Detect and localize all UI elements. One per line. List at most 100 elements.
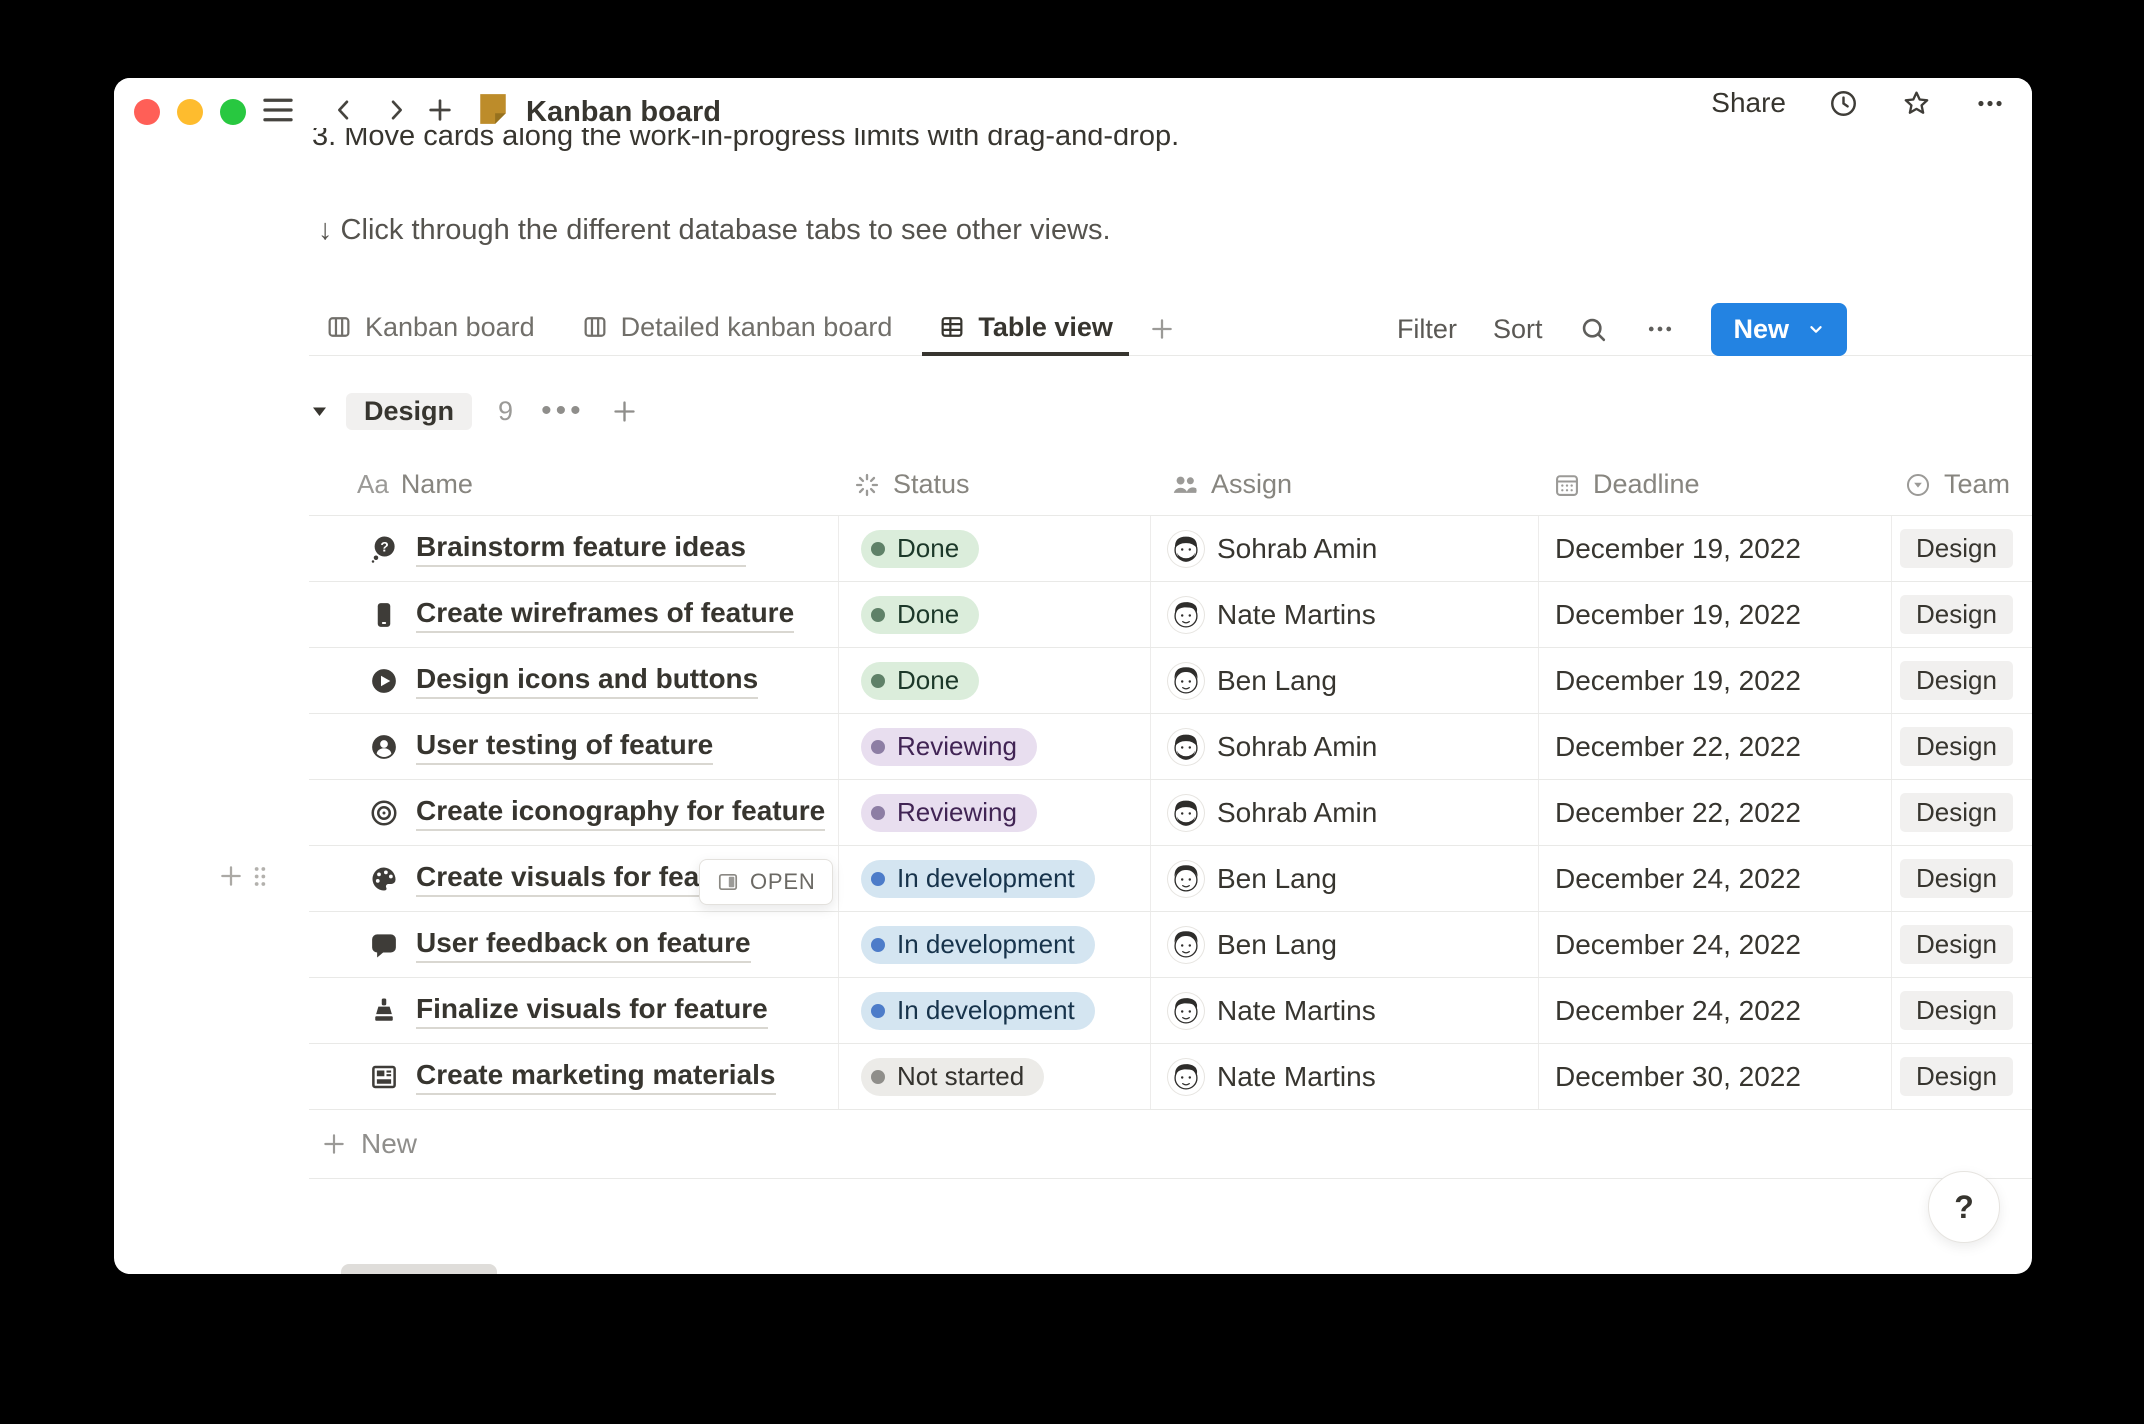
traffic-light-close-button[interactable] (134, 99, 160, 125)
table-row[interactable]: Create marketing materials Not started N… (309, 1044, 2032, 1110)
status-dot-icon (871, 607, 885, 622)
status-badge[interactable]: Not started (861, 1057, 1045, 1096)
open-button[interactable]: OPEN (699, 859, 833, 905)
column-header-name[interactable]: Aa Name (309, 454, 839, 515)
avatar-nate-martins (1167, 991, 1205, 1030)
select-property-icon (1904, 471, 1932, 499)
team-tag[interactable]: Design (1900, 991, 2013, 1030)
assignee-name: Sohrab Amin (1217, 730, 1378, 762)
team-tag[interactable]: Design (1900, 793, 2013, 832)
table-row[interactable]: Create iconography for feature Reviewing… (309, 780, 2032, 846)
traffic-light-zoom-button[interactable] (220, 99, 246, 125)
task-name-link[interactable]: Finalize visuals for feature (416, 993, 768, 1029)
table-row[interactable]: Design icons and buttons Done Ben Lang D… (309, 648, 2032, 714)
back-chevron-icon[interactable] (330, 96, 358, 124)
deadline-value: December 24, 2022 (1555, 928, 1801, 960)
clock-icon[interactable] (1828, 88, 1859, 119)
chevron-down-icon[interactable] (1805, 318, 1827, 340)
task-name-link[interactable]: Brainstorm feature ideas (416, 531, 746, 567)
team-tag[interactable]: Design (1900, 595, 2013, 634)
status-dot-icon (871, 1069, 885, 1084)
newspaper-icon (369, 1062, 399, 1092)
task-name-link[interactable]: Create wireframes of feature (416, 597, 795, 633)
group-options-ellipsis-icon[interactable]: ••• (541, 396, 585, 426)
task-name-link[interactable]: User testing of feature (416, 729, 714, 765)
new-page-plus-icon[interactable] (426, 96, 454, 124)
search-icon[interactable] (1578, 314, 1609, 345)
avatar-ben-lang (1167, 925, 1205, 964)
team-tag[interactable]: Design (1900, 859, 2013, 898)
help-button[interactable]: ? (1928, 1171, 2000, 1243)
status-badge[interactable]: In development (861, 859, 1095, 898)
tab-detailed-kanban-board[interactable]: Detailed kanban board (565, 302, 909, 356)
status-badge[interactable]: Done (861, 661, 980, 700)
hint-paragraph: ↓ Click through the different database t… (318, 214, 1111, 246)
collapse-triangle-icon[interactable] (309, 401, 330, 422)
status-badge[interactable]: In development (861, 991, 1095, 1030)
table-row[interactable]: ? Brainstorm feature ideas Done Sohrab A… (309, 516, 2032, 582)
forward-chevron-icon[interactable] (382, 96, 410, 124)
hamburger-menu-icon[interactable] (262, 96, 294, 124)
drag-handle-icon[interactable] (252, 865, 268, 888)
team-tag[interactable]: Design (1900, 529, 2013, 568)
task-name-link[interactable]: Create iconography for feature (416, 795, 826, 831)
table-row[interactable]: User feedback on feature In development … (309, 912, 2032, 978)
column-header-status[interactable]: Status (839, 454, 1151, 515)
status-label: In development (897, 929, 1075, 959)
status-badge[interactable]: In development (861, 925, 1095, 964)
task-name-link[interactable]: Create marketing materials (416, 1059, 776, 1095)
deadline-value: December 22, 2022 (1555, 796, 1801, 828)
deadline-value: December 22, 2022 (1555, 730, 1801, 762)
avatar-nate-martins (1167, 1057, 1205, 1096)
status-badge[interactable]: Reviewing (861, 793, 1037, 832)
team-tag[interactable]: Design (1900, 925, 2013, 964)
status-label: Done (897, 599, 960, 629)
status-label: In development (897, 863, 1075, 893)
status-badge[interactable]: Done (861, 529, 980, 568)
group-add-plus-icon[interactable] (611, 398, 638, 425)
text-property-icon: Aa (357, 469, 389, 499)
traffic-light-minimize-button[interactable] (177, 99, 203, 125)
avatar-sohrab-amin (1167, 793, 1205, 832)
column-label: Status (893, 469, 970, 499)
sort-button[interactable]: Sort (1493, 314, 1543, 345)
table-view-icon (938, 313, 966, 341)
add-view-plus-icon[interactable] (1149, 316, 1175, 342)
add-row-plus-icon[interactable] (218, 863, 244, 889)
status-badge[interactable]: Reviewing (861, 727, 1037, 766)
tab-table-view[interactable]: Table view (922, 302, 1129, 356)
calendar-icon (1553, 471, 1581, 499)
column-header-assign[interactable]: Assign (1151, 454, 1539, 515)
filter-button[interactable]: Filter (1397, 314, 1457, 345)
column-header-deadline[interactable]: Deadline (1539, 454, 1892, 515)
star-icon[interactable] (1901, 88, 1932, 119)
avatar-sohrab-amin (1167, 529, 1205, 568)
new-row-button[interactable]: New (309, 1110, 2032, 1179)
table-row[interactable]: User testing of feature Reviewing Sohrab… (309, 714, 2032, 780)
status-spinner-icon (853, 471, 881, 499)
share-button[interactable]: Share (1711, 87, 1786, 119)
table-row[interactable]: Finalize visuals for feature In developm… (309, 978, 2032, 1044)
team-tag[interactable]: Design (1900, 1057, 2013, 1096)
open-button-label: OPEN (750, 869, 816, 894)
task-name-link[interactable]: User feedback on feature (416, 927, 751, 963)
task-name-link[interactable]: Design icons and buttons (416, 663, 759, 699)
table-row[interactable]: Create visuals for feature In developmen… (309, 846, 2032, 912)
team-tag[interactable]: Design (1900, 661, 2013, 700)
board-view-icon (325, 313, 353, 341)
group-name-tag[interactable]: Design (346, 392, 473, 430)
team-tag[interactable]: Design (1900, 727, 2013, 766)
table-row[interactable]: Create wireframes of feature Done Nate M… (309, 582, 2032, 648)
new-button[interactable]: New (1711, 302, 1847, 356)
table-body: ? Brainstorm feature ideas Done Sohrab A… (309, 516, 2032, 1110)
tab-kanban-board[interactable]: Kanban board (309, 302, 551, 356)
avatar-nate-martins (1167, 595, 1205, 634)
ellipsis-icon[interactable] (1974, 88, 2006, 119)
view-options-ellipsis-icon[interactable] (1645, 314, 1675, 344)
column-header-team[interactable]: Team (1892, 454, 2032, 515)
group-header: Design 9 ••• (309, 391, 638, 431)
new-row-label: New (361, 1128, 418, 1159)
thought-bubble-question-icon: ? (369, 534, 399, 564)
status-badge[interactable]: Done (861, 595, 980, 634)
palette-icon (369, 864, 399, 894)
